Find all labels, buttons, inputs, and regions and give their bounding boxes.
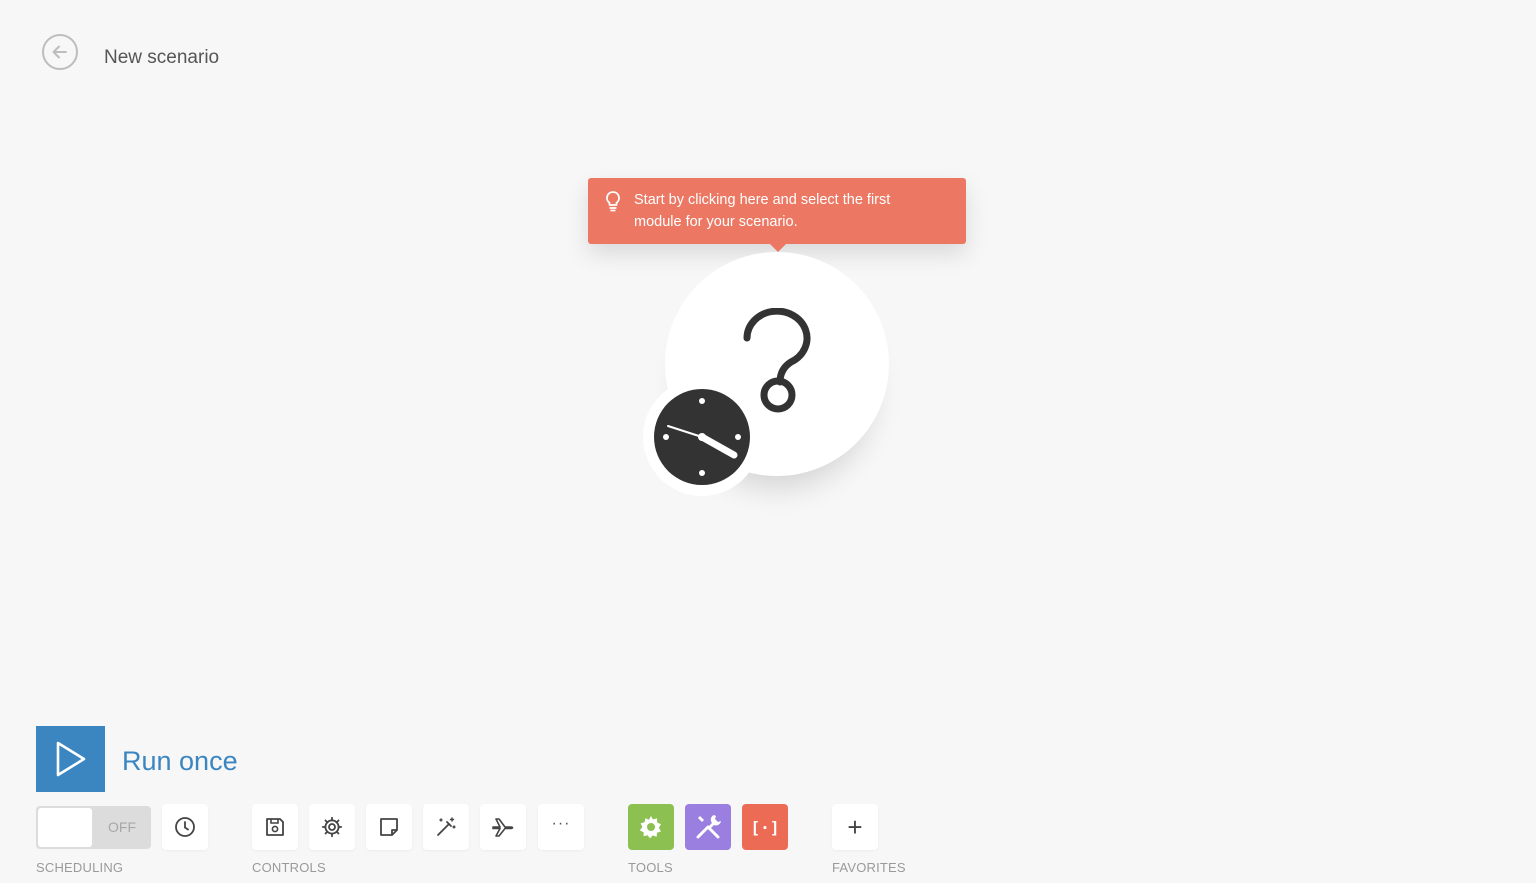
schedule-settings-button[interactable] [162,804,208,850]
tools-label: TOOLS [628,860,673,875]
tooltip-text-line-2: module for your scenario. [634,214,798,230]
question-mark-icon [743,308,811,413]
flow-control-button[interactable] [628,804,674,850]
gear-icon [639,816,661,839]
save-button[interactable] [252,804,298,850]
scheduling-label: SCHEDULING [36,860,124,875]
gear-icon [321,816,343,838]
arrow-left-icon [52,45,67,59]
magic-wand-icon [437,817,456,836]
add-favorite-button[interactable]: + [832,804,878,850]
scenario-editor: New scenario Start by clicking here and … [0,0,1536,883]
tools-icon [696,815,721,839]
notes-button[interactable] [366,804,412,850]
run-once-button[interactable] [36,726,105,792]
airplane-icon [492,818,514,837]
trigger-schedule[interactable] [643,378,761,496]
clock-icon [654,389,750,485]
favorites-label: FAVORITES [832,860,906,875]
page-title[interactable]: New scenario [104,47,219,69]
more-button[interactable]: ··· [538,804,584,850]
scenario-settings-button[interactable] [309,804,355,850]
clock-icon [175,817,195,837]
note-icon [380,818,398,836]
save-icon [266,818,284,836]
text-parser-button[interactable]: [·] [742,804,788,850]
hint-tooltip: Start by clicking here and select the fi… [588,178,966,252]
brackets-icon: [·] [750,817,780,837]
explain-flow-button[interactable] [480,804,526,850]
more-icon: ··· [551,815,571,832]
tooltip-text-line-1: Start by clicking here and select the fi… [634,192,891,208]
lightbulb-icon [606,191,620,212]
toggle-state: OFF [108,819,136,835]
tools-button[interactable] [685,804,731,850]
play-icon [56,741,85,777]
tooltip-arrow [770,244,786,252]
toggle-knob [38,808,92,847]
scheduling-toggle[interactable]: OFF [36,806,151,849]
back-button[interactable] [42,34,78,70]
auto-align-button[interactable] [423,804,469,850]
plus-icon: + [847,812,863,842]
controls-label: CONTROLS [252,860,326,875]
run-once-label[interactable]: Run once [122,746,238,777]
